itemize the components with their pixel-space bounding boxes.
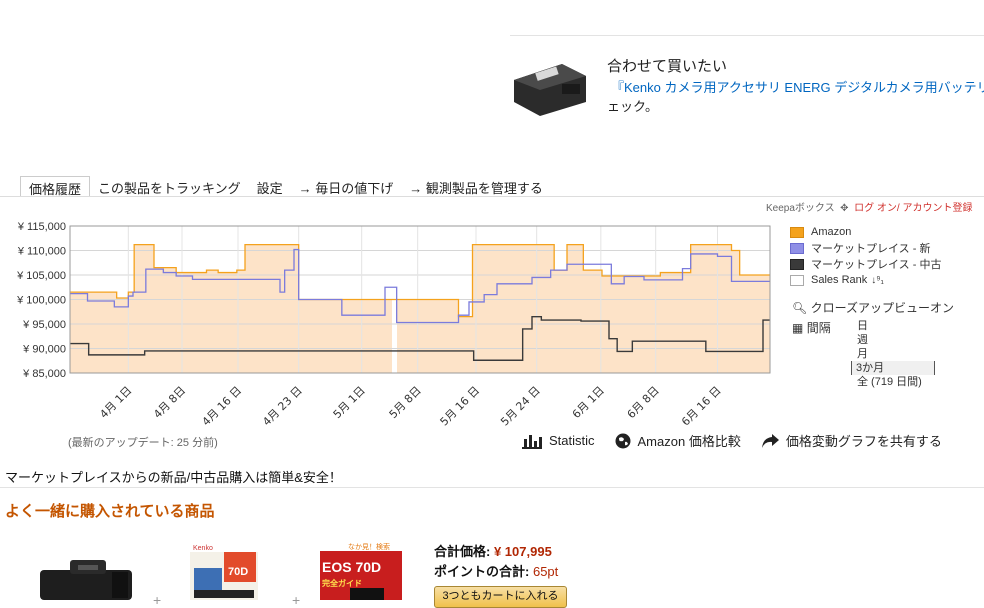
- y-tick-label: ¥ 100,000: [16, 295, 66, 307]
- x-tick-label: 5月 24 日: [498, 384, 543, 429]
- x-tick-label: 4月 8日: [151, 384, 188, 421]
- guidebook-product-image[interactable]: Kenko 70D: [190, 542, 258, 600]
- interval-day[interactable]: 日: [857, 319, 935, 333]
- tab-settings[interactable]: 設定: [249, 176, 291, 196]
- x-tick-label: 5月 1日: [331, 384, 368, 421]
- last-update: (最新のアップデート: 25 分前): [68, 437, 218, 449]
- calendar-icon: ▦: [792, 321, 804, 335]
- x-tick-label: 6月 16 日: [679, 384, 724, 429]
- move-icon: ✥: [837, 203, 852, 214]
- tab-track-product[interactable]: この製品をトラッキング: [90, 176, 249, 196]
- divider: [0, 487, 984, 488]
- plus-icon: +: [153, 592, 162, 608]
- total-points: ポイントの合計: 65pt: [434, 564, 559, 579]
- keepa-tabs: 価格履歴 この製品をトラッキング 設定 → 毎日の値下げ → 観測製品を管理する: [20, 176, 551, 197]
- marketplace-note: マーケットプレイスからの新品/中古品購入は簡単&安全！: [5, 470, 342, 485]
- y-tick-label: ¥ 115,000: [17, 221, 66, 233]
- tabs-divider: [0, 196, 984, 197]
- keepa-login-bar: Keepaボックス ✥ ログ オン/ アカウント登録: [766, 199, 972, 214]
- book2-top-text: なか見！検索: [348, 542, 390, 551]
- interval-month[interactable]: 月: [857, 347, 935, 361]
- tab-daily-drops[interactable]: → 毎日の値下げ: [291, 176, 402, 196]
- legend-amazon[interactable]: Amazon: [790, 224, 941, 240]
- globe-icon: [615, 433, 631, 448]
- interval-all[interactable]: 全 (719 日間): [857, 375, 935, 389]
- divider: [510, 35, 984, 36]
- interval-label: ▦ 間隔: [792, 321, 831, 335]
- login-link[interactable]: ログ オン/ アカウント登録: [854, 203, 972, 214]
- tab-price-history[interactable]: 価格履歴: [20, 176, 91, 197]
- points-value: 65pt: [532, 564, 559, 579]
- share-arrow-icon: [761, 433, 779, 448]
- y-tick-label: ¥ 90,000: [22, 344, 66, 356]
- book2-text: EOS 70D: [322, 559, 381, 575]
- book2-sub-text: 完全ガイド: [322, 578, 362, 588]
- interval-3month[interactable]: 3か月: [851, 361, 935, 375]
- x-tick-label: 4月 16 日: [200, 384, 245, 429]
- price-history-chart[interactable]: ¥ 115,000 ¥ 110,000 ¥ 105,000 ¥ 100,000 ¥ 95…: [0, 210, 780, 435]
- bar-chart-icon: [522, 434, 542, 449]
- plus-icon: +: [292, 592, 301, 608]
- battery-product-image[interactable]: [510, 58, 590, 118]
- interval-options: 日 週 月 3か月 全 (719 日間): [851, 319, 935, 389]
- recommend-link[interactable]: 『Kenko カメラ用アクセサリ ENERG デジタルカメラ用バッテリ: [611, 77, 984, 96]
- tab-manage-tracked[interactable]: → 観測製品を管理する: [401, 176, 551, 196]
- total-price: 合計価格: ¥ 107,995: [434, 544, 552, 559]
- camera-product-image[interactable]: [40, 560, 132, 600]
- y-tick-label: ¥ 85,000: [22, 368, 66, 380]
- fbt-title: よく一緒に購入されている商品: [5, 503, 215, 520]
- sort-icon: ↓⁹₁: [871, 274, 884, 286]
- y-tick-label: ¥ 110,000: [17, 246, 66, 258]
- zoom-toggle[interactable]: 🔍︎ クローズアップビューオン: [792, 299, 954, 316]
- recommend-subtext: ェック。: [607, 99, 658, 114]
- x-tick-label: 5月 8日: [387, 384, 424, 421]
- book1-text: 70D: [228, 566, 248, 578]
- chart-legend: Amazon マーケットプレイス - 新 マーケットプレイス - 中古 Sale…: [790, 224, 941, 288]
- magnifier-icon: 🔍︎: [792, 301, 808, 315]
- interval-week[interactable]: 週: [857, 333, 935, 347]
- add-all-to-cart-button[interactable]: 3つともカートに入れる: [434, 586, 567, 608]
- legend-marketplace-used[interactable]: マーケットプレイス - 中古: [790, 256, 941, 272]
- x-tick-label: 4月 1日: [97, 384, 134, 421]
- statistic-button[interactable]: Statistic: [522, 431, 595, 450]
- svg-text:Kenko: Kenko: [193, 545, 213, 552]
- y-tick-label: ¥ 95,000: [22, 319, 66, 331]
- x-tick-label: 6月 8日: [625, 384, 662, 421]
- y-tick-label: ¥ 105,000: [16, 270, 66, 282]
- legend-marketplace-new[interactable]: マーケットプレイス - 新: [790, 240, 941, 256]
- chart-actions: Statistic Amazon 価格比較 価格変動グラフを共有する: [522, 431, 942, 450]
- recommend-title: 合わせて買いたい: [607, 58, 728, 75]
- x-tick-label: 4月 23 日: [260, 384, 305, 429]
- total-price-value: ¥ 107,995: [493, 544, 552, 559]
- legend-sales-rank[interactable]: Sales Rank ↓⁹₁: [790, 272, 941, 288]
- compare-prices-button[interactable]: Amazon 価格比較: [615, 431, 741, 450]
- share-graph-button[interactable]: 価格変動グラフを共有する: [761, 431, 942, 450]
- x-tick-label: 6月 1日: [570, 384, 607, 421]
- x-tick-label: 5月 16 日: [438, 384, 483, 429]
- manual-product-image[interactable]: なか見！検索 EOS 70D 完全ガイド: [320, 542, 402, 600]
